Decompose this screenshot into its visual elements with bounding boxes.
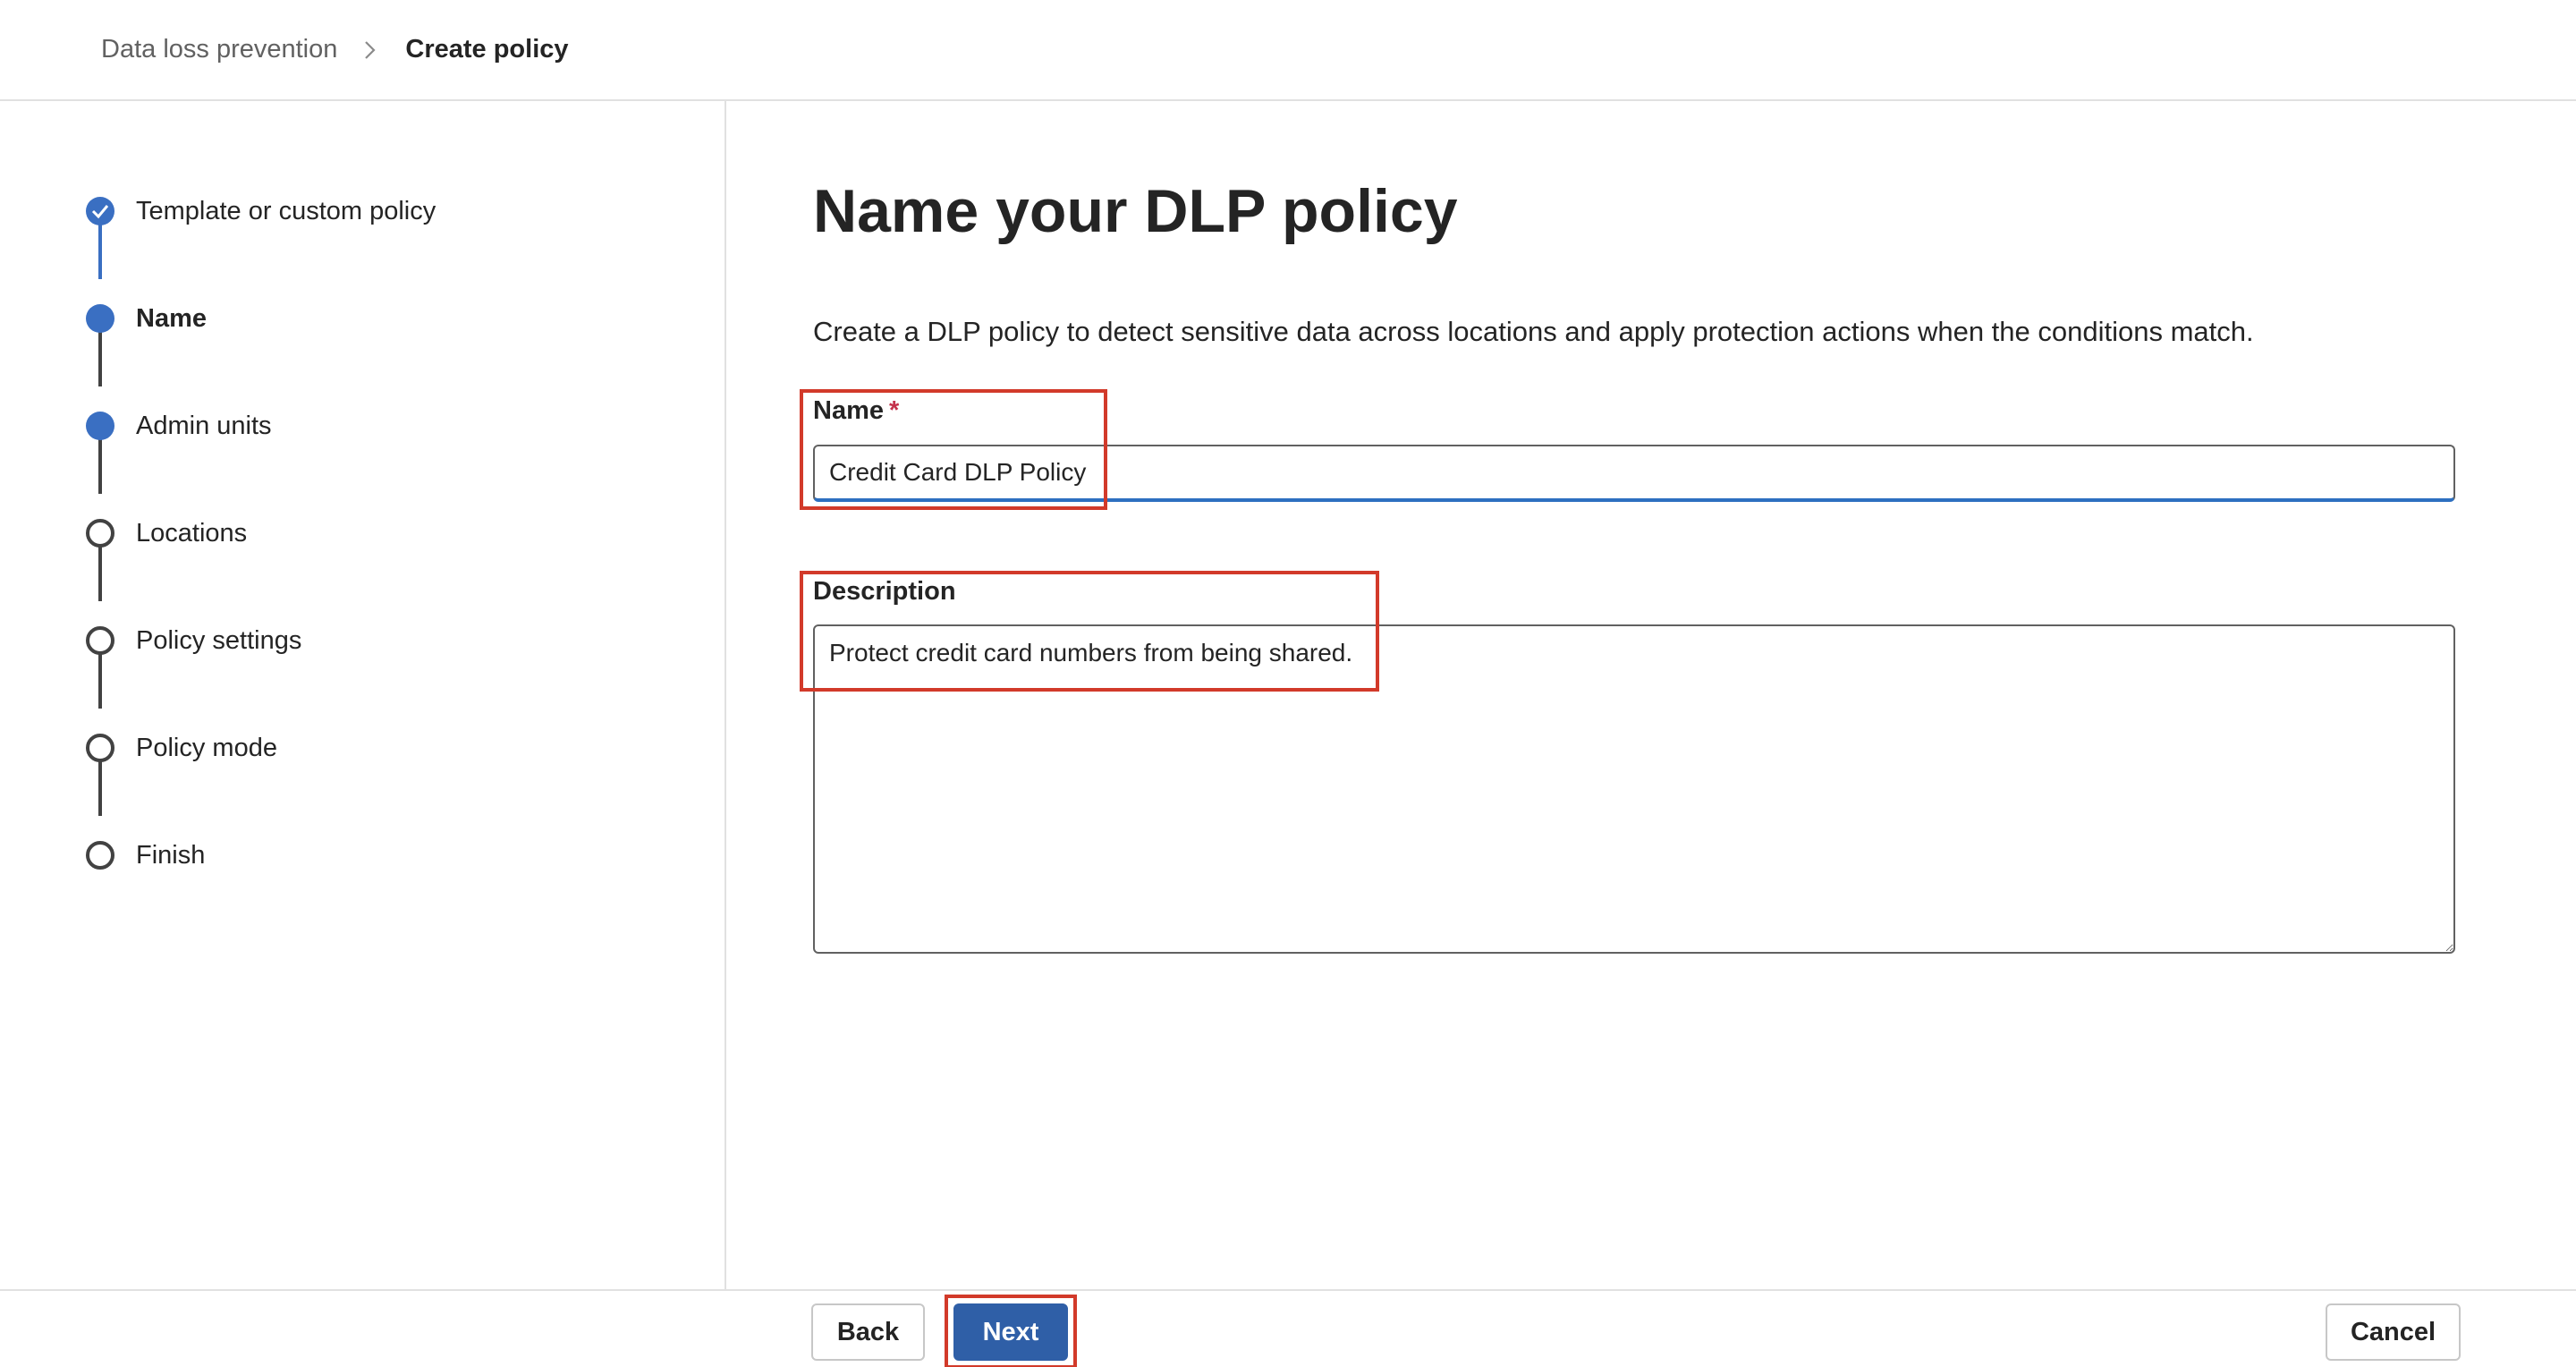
footer-actions: Back Next Cancel xyxy=(0,1289,2576,1367)
breadcrumb-current: Create policy xyxy=(405,34,569,64)
empty-circle-icon xyxy=(86,626,114,655)
back-button[interactable]: Back xyxy=(811,1303,925,1361)
breadcrumb: Data loss prevention Create policy xyxy=(101,32,569,66)
main-content: Name your DLP policy Create a DLP policy… xyxy=(728,101,2576,1289)
empty-circle-icon xyxy=(86,841,114,870)
step-policy-settings[interactable]: Policy settings xyxy=(86,624,301,657)
step-label: Name xyxy=(136,303,207,333)
step-locations[interactable]: Locations xyxy=(86,517,247,549)
cancel-button[interactable]: Cancel xyxy=(2326,1303,2461,1361)
breadcrumb-data-loss-prevention-link[interactable]: Data loss prevention xyxy=(101,35,337,64)
step-label: Finish xyxy=(136,840,206,870)
required-indicator: * xyxy=(889,396,900,425)
wizard-stepper: Template or custom policy Name Admin uni… xyxy=(0,101,726,1289)
step-label: Policy settings xyxy=(136,625,302,655)
header: Data loss prevention Create policy xyxy=(0,0,2576,101)
step-name[interactable]: Name xyxy=(86,302,207,335)
step-template-or-custom-policy[interactable]: Template or custom policy xyxy=(86,195,436,227)
empty-circle-icon xyxy=(86,734,114,762)
create-dlp-policy-wizard: Data loss prevention Create policy Templ… xyxy=(0,0,2576,1367)
next-button[interactable]: Next xyxy=(953,1303,1068,1361)
policy-name-input[interactable] xyxy=(813,445,2455,502)
name-label-text: Name xyxy=(813,396,884,425)
current-step-dot-icon xyxy=(86,304,114,333)
empty-circle-icon xyxy=(86,519,114,548)
description-field-label: Description xyxy=(813,577,956,606)
step-label: Policy mode xyxy=(136,733,277,762)
name-field-label: Name * xyxy=(813,396,899,426)
policy-description-textarea[interactable]: Protect credit card numbers from being s… xyxy=(813,624,2455,954)
step-finish[interactable]: Finish xyxy=(86,839,205,871)
intro-text: Create a DLP policy to detect sensitive … xyxy=(813,316,2254,347)
step-policy-mode[interactable]: Policy mode xyxy=(86,732,277,764)
page-title: Name your DLP policy xyxy=(813,177,1458,245)
chevron-right-icon xyxy=(352,32,391,66)
step-dot-icon xyxy=(86,412,114,440)
step-label: Locations xyxy=(136,518,248,548)
step-label: Template or custom policy xyxy=(136,196,436,225)
step-label: Admin units xyxy=(136,411,272,440)
step-admin-units[interactable]: Admin units xyxy=(86,410,272,442)
checkmark-icon xyxy=(86,197,114,225)
